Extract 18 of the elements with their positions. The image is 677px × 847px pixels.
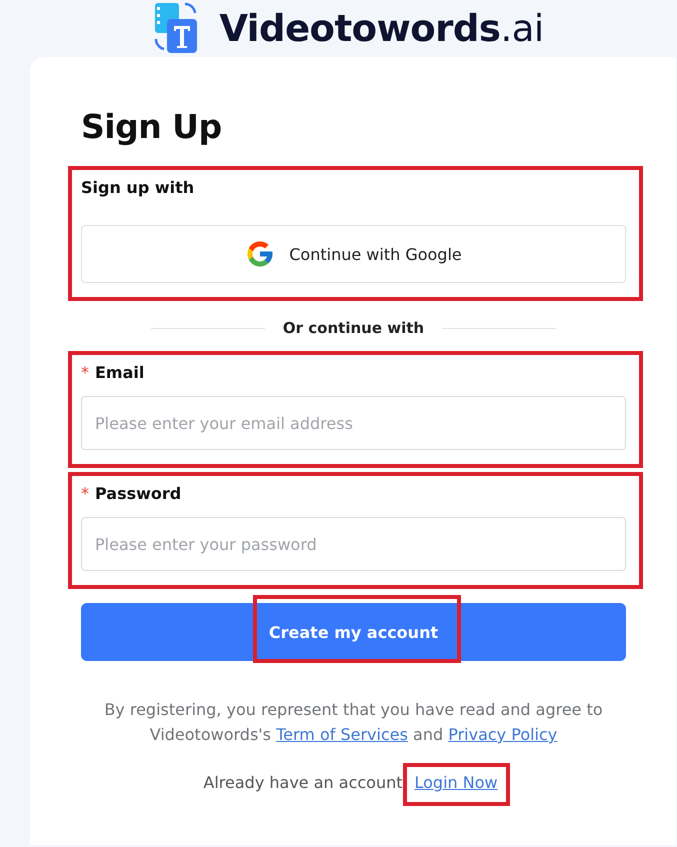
login-link[interactable]: Login Now	[414, 773, 498, 792]
brand-name: Videotowords.ai	[219, 6, 544, 50]
required-mark: *	[81, 363, 89, 382]
input-field[interactable]: Please enter your password	[81, 517, 626, 571]
google-icon	[245, 239, 276, 269]
section-heading: Sign up with	[81, 178, 196, 197]
divider-text: Or continue with	[282, 319, 424, 337]
google-button[interactable]: Continue with Google	[81, 225, 626, 283]
input-field[interactable]: Please enter your email address	[81, 396, 626, 450]
required-mark: *	[81, 484, 89, 503]
field-label: * Email	[81, 363, 146, 382]
create-account-button[interactable]: Create my account	[81, 603, 626, 661]
terms-link[interactable]: Term of Services	[276, 725, 408, 744]
page-title: Sign Up	[81, 107, 223, 146]
privacy-link[interactable]: Privacy Policy	[448, 725, 558, 744]
terms-text: By registering, you represent that you have read and agree to Videotowords's Term of Services and Privacy Policy	[103, 699, 604, 746]
login-prompt: Already have an account	[203, 773, 402, 792]
field-label: * Password	[81, 484, 182, 503]
